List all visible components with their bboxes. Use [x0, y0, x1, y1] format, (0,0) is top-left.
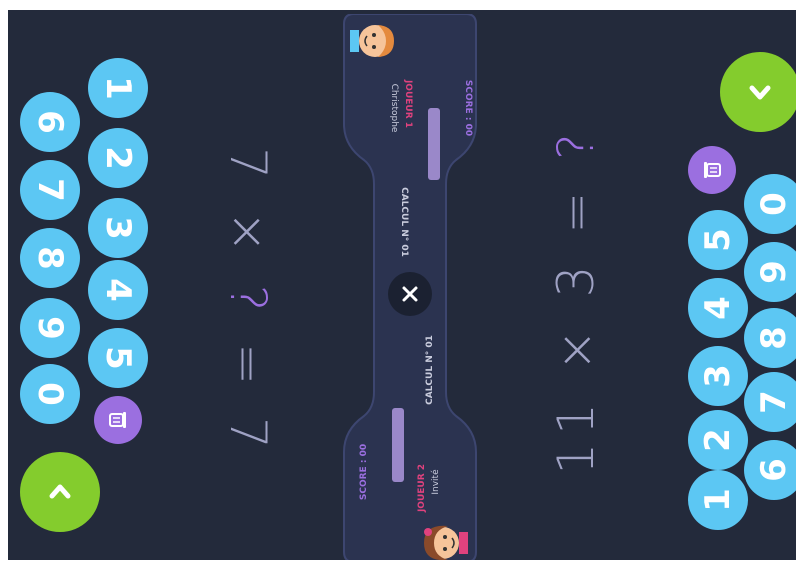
p1-key-1[interactable]: 1	[88, 58, 148, 118]
p2-calc-label: CALCUL N° 01	[425, 335, 435, 405]
p1-avatar	[350, 25, 394, 57]
p2-validate-button[interactable]	[720, 52, 796, 132]
p1-score: SCORE : 00	[463, 79, 473, 137]
p1-key-6[interactable]: 6	[20, 92, 80, 152]
p1-key-7[interactable]: 7	[20, 160, 80, 220]
p1-key-0[interactable]: 0	[20, 364, 80, 424]
p1-key-5[interactable]: 5	[88, 328, 148, 388]
p1-validate-button[interactable]	[20, 452, 100, 532]
chevron-icon	[749, 85, 771, 100]
p1-unknown: ?	[219, 284, 277, 320]
p2-key-6[interactable]: 6	[744, 440, 796, 500]
p2-progress-bar	[392, 408, 404, 482]
p1-key-9[interactable]: 9	[20, 298, 80, 358]
p1-key-8[interactable]: 8	[20, 228, 80, 288]
p1-key-3[interactable]: 3	[88, 198, 148, 258]
p1-calc-label: CALCUL N° 01	[399, 187, 409, 257]
trash-icon	[704, 162, 721, 178]
trash-icon	[109, 412, 126, 428]
game-screen: 1 2 3 4 5 6 7 8 9 0 7 × ? = 7 1 2 3 4 5 …	[8, 10, 796, 560]
p2-key-8[interactable]: 8	[744, 308, 796, 368]
p1-equation: 7 × ? = 7	[219, 147, 277, 457]
p2-key-0[interactable]: 0	[744, 174, 796, 234]
chevron-icon	[49, 484, 71, 499]
p2-name: Invité	[431, 469, 441, 495]
p1-key-2[interactable]: 2	[88, 128, 148, 188]
p2-key-4[interactable]: 4	[688, 278, 748, 338]
close-button[interactable]	[388, 272, 432, 316]
p2-key-5[interactable]: 5	[688, 210, 748, 270]
p2-avatar	[424, 525, 468, 560]
close-icon	[402, 286, 418, 302]
p2-key-9[interactable]: 9	[744, 242, 796, 302]
p2-score: SCORE : 00	[359, 443, 369, 501]
p1-name: Christophe	[389, 83, 399, 133]
p1-clear-button[interactable]	[94, 396, 142, 444]
p2-key-7[interactable]: 7	[744, 372, 796, 432]
p2-clear-button[interactable]	[688, 146, 736, 194]
p2-equation: 11 × 3 = ?	[547, 125, 605, 475]
p2-key-3[interactable]: 3	[688, 346, 748, 406]
p1-progress-bar	[428, 108, 440, 180]
p2-title: JOUEUR 2	[417, 463, 427, 513]
p2-unknown: ?	[547, 125, 605, 160]
p1-title: JOUEUR 1	[403, 79, 413, 129]
p1-key-4[interactable]: 4	[88, 260, 148, 320]
p2-key-1[interactable]: 1	[688, 470, 748, 530]
p2-key-2[interactable]: 2	[688, 410, 748, 470]
